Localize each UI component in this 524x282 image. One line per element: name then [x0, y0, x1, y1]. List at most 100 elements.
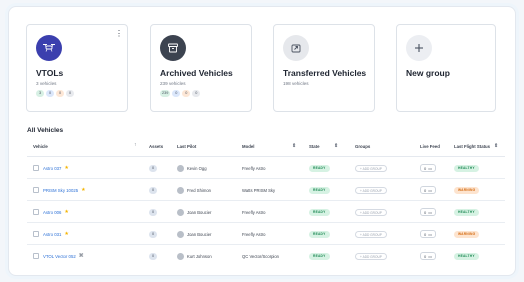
table-row[interactable]: Astro 031 ★ 0 Joan Boucier Freefly Astro…: [27, 223, 505, 245]
avatar: [177, 186, 184, 194]
badge-info-count: 0: [172, 90, 181, 97]
table-row[interactable]: VTOL Vector 052 ⌘ 0 Kurt Johnson QC Vect…: [27, 245, 505, 267]
live-feed-button[interactable]: 0 ▭: [420, 186, 437, 194]
feed-count: 0: [424, 210, 427, 215]
model-name: Watts PRISM Sky: [242, 187, 276, 193]
row-checkbox[interactable]: [33, 253, 39, 259]
assets-count[interactable]: 0: [149, 230, 157, 238]
plus-icon: [406, 35, 432, 61]
model-name: QC Vector/Scorpion: [242, 253, 280, 259]
vehicle-link[interactable]: PRISM Sky 10025: [43, 188, 78, 193]
avatar: [177, 252, 184, 260]
pilot-name: Joan Boucier: [187, 209, 212, 215]
card-title: Transferred Vehicles: [283, 68, 367, 78]
vehicle-link[interactable]: Astro 031: [43, 232, 61, 237]
status-badge: HEALTHY: [454, 164, 479, 172]
col-live-feed[interactable]: Live Feed: [420, 144, 440, 149]
feed-count: 0: [424, 188, 427, 193]
add-group-button[interactable]: + ADD GROUP: [355, 230, 387, 238]
avatar: [177, 230, 184, 238]
sort-icon[interactable]: ⇕: [292, 143, 296, 149]
video-icon: ▭: [428, 166, 433, 171]
more-options-icon[interactable]: ⋮: [115, 30, 123, 38]
col-vehicle[interactable]: Vehicle: [33, 144, 48, 149]
state-badge: READY: [309, 164, 330, 172]
pilot-name: Kurt Johnson: [187, 253, 212, 259]
avatar: [177, 164, 184, 172]
row-checkbox[interactable]: [33, 231, 39, 237]
add-group-button[interactable]: + ADD GROUP: [355, 208, 387, 216]
share-icon: [283, 35, 309, 61]
col-groups[interactable]: Groups: [355, 144, 370, 149]
model-name: Freefly Astro: [242, 165, 266, 171]
badge-warning-count: 0: [182, 90, 191, 97]
add-group-button[interactable]: + ADD GROUP: [355, 164, 387, 172]
live-feed-button[interactable]: 0 ▭: [420, 252, 437, 260]
star-icon: ★: [64, 209, 69, 215]
feed-count: 0: [424, 254, 427, 259]
col-last-pilot[interactable]: Last Pilot: [177, 144, 196, 149]
col-assets[interactable]: Assets: [149, 144, 163, 149]
table-row[interactable]: PRISM Sky 10025 ★ 0 Fred Shimon Watts PR…: [27, 179, 505, 201]
video-icon: ▭: [428, 188, 433, 193]
status-badge: HEALTHY: [454, 208, 479, 216]
badge-ready-count: 3: [36, 90, 44, 97]
add-group-button[interactable]: + ADD GROUP: [355, 186, 387, 194]
badge-other-count: 0: [192, 90, 201, 97]
col-model[interactable]: Model: [242, 144, 254, 149]
drone-icon: [36, 35, 62, 61]
state-badge: READY: [309, 186, 330, 194]
sort-arrow-icon[interactable]: ↑: [134, 142, 137, 148]
feed-count: 0: [424, 166, 427, 171]
video-icon: ▭: [428, 254, 433, 259]
card-title: VTOLs: [36, 68, 64, 78]
feed-count: 0: [424, 232, 427, 237]
assets-count[interactable]: 0: [149, 186, 157, 194]
group-cards: ⋮ VTOLs 3 vehicles 3 0 0 0 Archived Vehi…: [26, 24, 504, 114]
row-checkbox[interactable]: [33, 209, 39, 215]
table-row[interactable]: Astro 037 ★ 0 Kevin Ogg Freefly Astro RE…: [27, 157, 505, 179]
card-subtitle: 198 vehicles: [283, 81, 309, 86]
archive-icon: [160, 35, 186, 61]
star-icon: ★: [81, 187, 86, 193]
live-feed-button[interactable]: 0 ▭: [420, 164, 437, 172]
status-badge: WARNING: [454, 186, 480, 194]
state-badge: READY: [309, 208, 330, 216]
state-badge: READY: [309, 230, 330, 238]
group-card-transferred[interactable]: Transferred Vehicles 198 vehicles: [273, 24, 375, 112]
card-badges: 239 0 0 0: [160, 90, 201, 97]
table-header: Vehicle ↑ Assets Last Pilot Model ⇕ Stat…: [27, 139, 505, 157]
group-card-vtols[interactable]: ⋮ VTOLs 3 vehicles 3 0 0 0: [26, 24, 128, 112]
sort-icon[interactable]: ⇕: [334, 143, 338, 149]
vehicle-link[interactable]: VTOL Vector 052: [43, 254, 76, 259]
badge-other-count: 0: [66, 90, 74, 97]
new-group-card[interactable]: New group: [396, 24, 496, 112]
group-card-archived[interactable]: Archived Vehicles 239 vehicles 239 0 0 0: [150, 24, 252, 112]
live-feed-button[interactable]: 0 ▭: [420, 230, 437, 238]
star-icon: ★: [64, 231, 69, 237]
row-checkbox[interactable]: [33, 187, 39, 193]
add-group-button[interactable]: + ADD GROUP: [355, 252, 387, 260]
model-name: Freefly Astro: [242, 231, 266, 237]
section-title: All Vehicles: [27, 127, 64, 134]
assets-count[interactable]: 0: [149, 252, 157, 260]
col-last-flight-status[interactable]: Last Flight Status: [454, 144, 490, 149]
card-subtitle: 3 vehicles: [36, 81, 57, 86]
table-row[interactable]: Astro 006 ★ 0 Joan Boucier Freefly Astro…: [27, 201, 505, 223]
assets-count[interactable]: 0: [149, 208, 157, 216]
star-icon: ★: [64, 165, 69, 171]
badge-info-count: 0: [46, 90, 54, 97]
pilot-name: Joan Boucier: [187, 231, 212, 237]
card-badges: 3 0 0 0: [36, 90, 74, 97]
vehicle-link[interactable]: Astro 037: [43, 166, 61, 171]
vehicle-link[interactable]: Astro 006: [43, 210, 61, 215]
col-state[interactable]: State: [309, 144, 320, 149]
pilot-name: Kevin Ogg: [187, 165, 207, 171]
row-checkbox[interactable]: [33, 165, 39, 171]
assets-count[interactable]: 0: [149, 164, 157, 172]
video-icon: ▭: [428, 232, 433, 237]
live-feed-button[interactable]: 0 ▭: [420, 208, 437, 216]
drone-type-icon: ⌘: [78, 253, 84, 259]
badge-ready-count: 239: [160, 90, 171, 97]
sort-icon[interactable]: ⇕: [494, 143, 498, 149]
